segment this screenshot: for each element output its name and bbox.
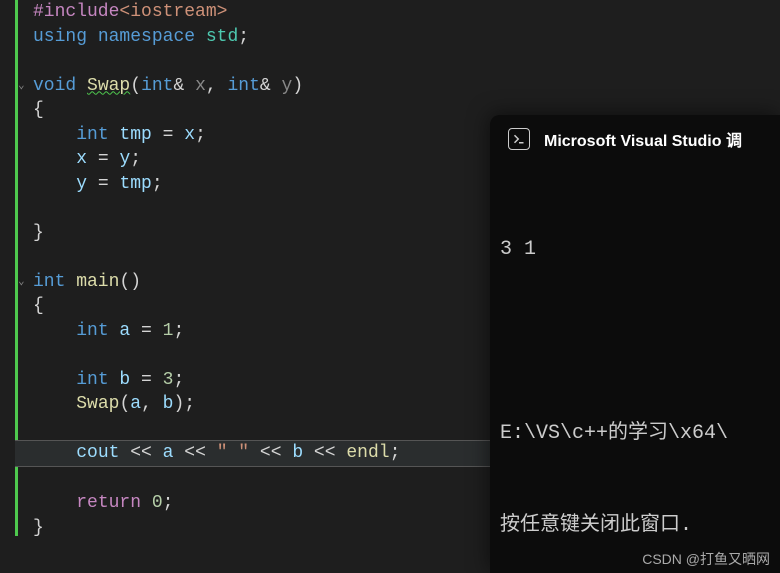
fold-icon[interactable]: ⌄: [18, 270, 25, 295]
output-line: [500, 327, 770, 357]
output-line: 3 1: [500, 235, 770, 265]
console-title: Microsoft Visual Studio 调: [544, 127, 742, 151]
terminal-icon: [508, 128, 530, 150]
watermark: CSDN @打鱼又晒网: [642, 549, 770, 569]
console-output[interactable]: 3 1 E:\VS\c++的学习\x64\ 按任意键关闭此窗口.: [490, 163, 780, 573]
preprocessor: #include: [33, 2, 119, 22]
include-lib: <iostream>: [119, 2, 227, 22]
console-titlebar[interactable]: Microsoft Visual Studio 调: [490, 115, 780, 163]
output-prompt: 按任意键关闭此窗口.: [500, 511, 770, 541]
code-line[interactable]: ⌄void Swap(int& x, int& y): [15, 74, 780, 99]
code-line[interactable]: #include<iostream>: [15, 0, 780, 25]
function-name: main: [65, 272, 119, 292]
output-path: E:\VS\c++的学习\x64\: [500, 419, 770, 449]
code-line[interactable]: [15, 49, 780, 74]
fold-icon[interactable]: ⌄: [18, 74, 25, 99]
code-line[interactable]: using namespace std;: [15, 25, 780, 50]
function-name: Swap: [87, 76, 130, 96]
debug-console-window[interactable]: Microsoft Visual Studio 调 3 1 E:\VS\c++的…: [490, 115, 780, 573]
